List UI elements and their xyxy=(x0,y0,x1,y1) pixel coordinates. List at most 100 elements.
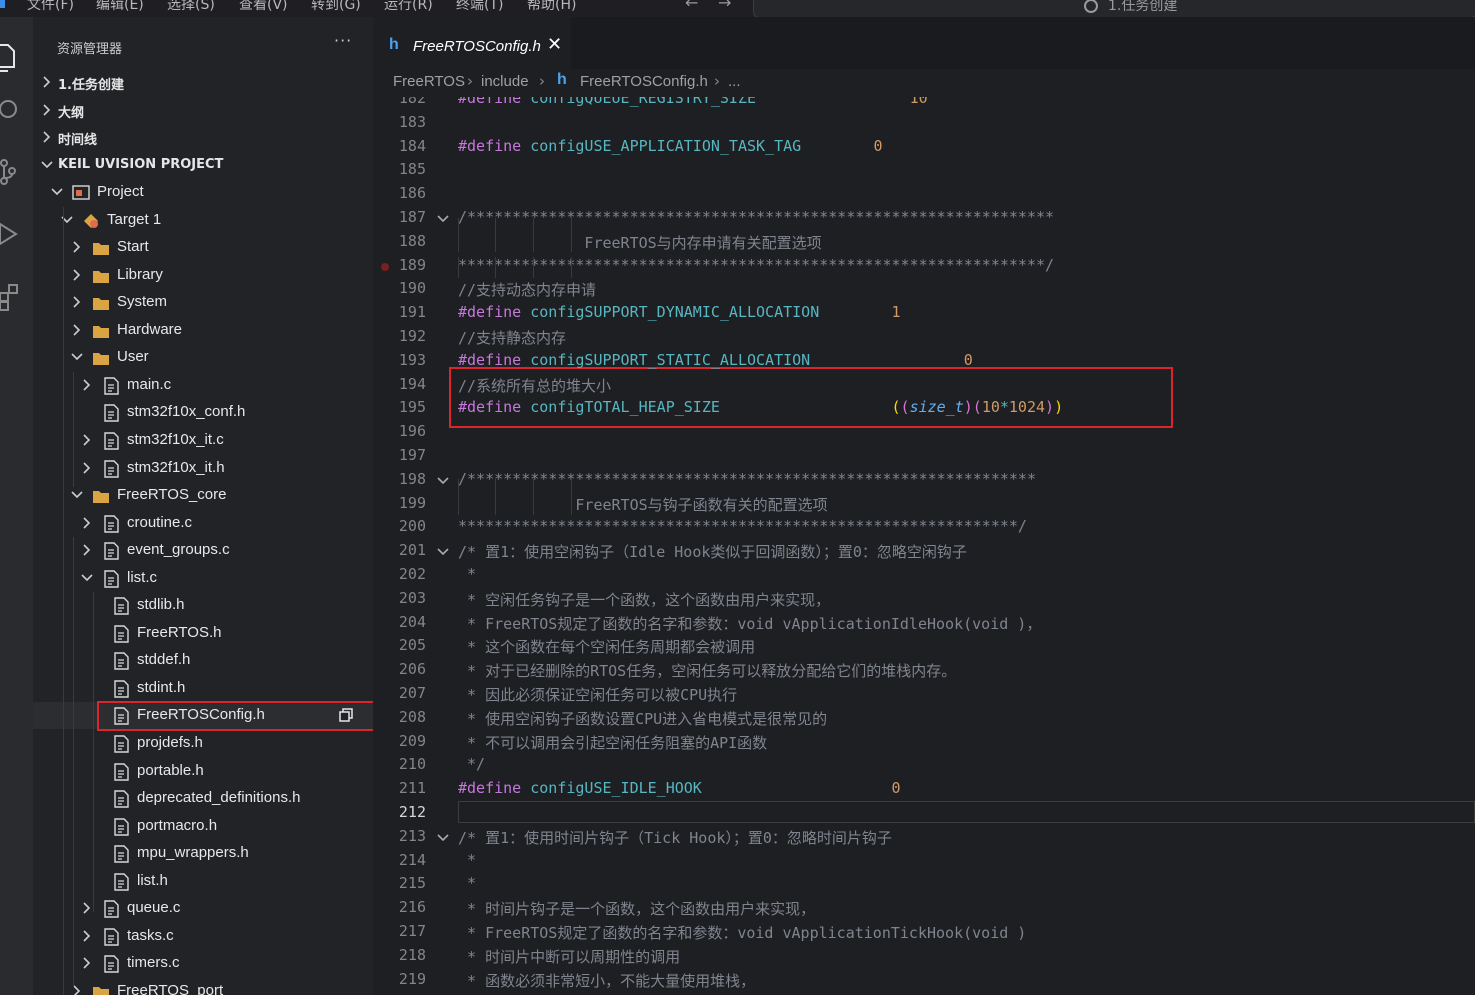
explorer-icon[interactable] xyxy=(0,35,33,75)
breadcrumb-item[interactable]: FreeRTOSConfig.h xyxy=(580,73,708,90)
tree-item[interactable]: list.c xyxy=(33,565,373,592)
chevron-down-icon xyxy=(71,491,83,499)
chevron-right-icon xyxy=(73,296,81,308)
menu-file[interactable]: 文件(F) xyxy=(27,0,74,14)
tree-item[interactable]: Project xyxy=(33,179,373,206)
tree-item[interactable]: main.c xyxy=(33,372,373,399)
more-actions-icon[interactable]: ··· xyxy=(334,31,352,50)
code-line: * xyxy=(458,874,477,893)
menu-terminal[interactable]: 终端(T) xyxy=(456,0,503,14)
breakpoint-icon[interactable] xyxy=(381,262,389,271)
breadcrumb-item[interactable]: include xyxy=(481,73,529,90)
line-number: 216 xyxy=(398,898,426,917)
code-line: * 时间片钩子是一个函数，这个函数由用户来实现， xyxy=(458,900,816,919)
indent-guide xyxy=(533,257,534,278)
tree-item[interactable]: event_groups.c xyxy=(33,537,373,564)
chevron-right-icon xyxy=(83,379,91,391)
tree-item[interactable]: deprecated_definitions.h xyxy=(33,785,373,812)
project-icon xyxy=(72,185,90,200)
tree-item-label: Start xyxy=(117,238,149,256)
tree-item[interactable]: queue.c xyxy=(33,895,373,922)
section-task-create[interactable]: 1.任务创建 xyxy=(33,69,373,96)
menu-run[interactable]: 运行(R) xyxy=(384,0,433,14)
arrow-right-icon[interactable]: → xyxy=(718,0,731,12)
search-icon[interactable] xyxy=(0,89,33,129)
tree-item[interactable]: stm32f10x_conf.h xyxy=(33,399,373,426)
fold-chevron-down-icon[interactable] xyxy=(436,831,450,845)
tree-item[interactable]: stdlib.h xyxy=(33,592,373,619)
tree-item[interactable]: FreeRTOS_port xyxy=(33,978,373,995)
menu-go[interactable]: 转到(G) xyxy=(311,0,361,14)
tree-item-label: FreeRTOS_port xyxy=(117,981,224,995)
code-line: FreeRTOS与内存申请有关配置选项 xyxy=(458,233,822,252)
tree-item[interactable]: tasks.c xyxy=(33,923,373,950)
tree-item[interactable]: stm32f10x_it.c xyxy=(33,427,373,454)
tree-item-label: mpu_wrappers.h xyxy=(137,844,249,862)
tree-item[interactable]: FreeRTOS.h xyxy=(33,620,373,647)
tree-item[interactable]: timers.c xyxy=(33,950,373,977)
tree-item[interactable]: stddef.h xyxy=(33,647,373,674)
selection-highlight-box xyxy=(97,701,373,731)
run-debug-icon[interactable] xyxy=(0,212,33,252)
target-icon xyxy=(84,213,98,228)
fold-chevron-down-icon[interactable] xyxy=(436,474,450,488)
menu-selection[interactable]: 选择(S) xyxy=(167,0,215,14)
section-keil-project[interactable]: KEIL UVISION PROJECT xyxy=(33,152,373,179)
tree-item[interactable]: Target 1 xyxy=(33,207,373,234)
section-outline[interactable]: 大纲 xyxy=(33,97,373,124)
file-icon xyxy=(114,680,129,698)
tree-item[interactable]: projdefs.h xyxy=(33,730,373,757)
tree-item[interactable]: Hardware xyxy=(33,317,373,344)
extensions-icon[interactable] xyxy=(0,273,33,313)
app-logo-icon xyxy=(0,0,5,8)
tree-item[interactable]: FreeRTOS_core xyxy=(33,482,373,509)
indent-guide xyxy=(458,257,459,278)
c-header-file-icon: h xyxy=(557,71,567,88)
line-number: 192 xyxy=(398,327,426,345)
chevron-down-icon xyxy=(41,161,53,169)
command-center-search[interactable]: 1.任务创建 xyxy=(753,0,1475,17)
source-control-icon[interactable] xyxy=(0,149,33,189)
folder-icon xyxy=(93,243,109,256)
file-icon xyxy=(114,735,129,753)
chevron-right-icon xyxy=(73,241,81,253)
chevron-right-icon: › xyxy=(539,72,545,90)
tree-item[interactable]: mpu_wrappers.h xyxy=(33,840,373,867)
menu-edit[interactable]: 编辑(E) xyxy=(96,0,144,14)
code-editor[interactable]: 182 #define configQUEUE_REGISTRY_SIZE 10 1… xyxy=(373,97,1475,995)
tree-item[interactable]: stm32f10x_it.h xyxy=(33,455,373,482)
tree-item[interactable]: list.h xyxy=(33,868,373,895)
menu-bar: 文件(F) 编辑(E) 选择(S) 查看(V) 转到(G) 运行(R) 终端(T… xyxy=(0,0,1475,17)
file-icon xyxy=(114,597,129,615)
tree-item-label: portable.h xyxy=(137,761,204,779)
code-line: /* 置1：使用空闲钩子（Idle Hook类似于回调函数）；置0：忽略空闲钩子 xyxy=(458,543,967,562)
breadcrumb-item[interactable]: ... xyxy=(728,73,741,90)
file-icon xyxy=(114,845,129,863)
fold-chevron-down-icon[interactable] xyxy=(436,545,450,559)
tab-freertosconfig[interactable]: h FreeRTOSConfig.h ✕ xyxy=(373,17,571,69)
tree-item[interactable]: Start xyxy=(33,234,373,261)
code-line: #define configQUEUE_REGISTRY_SIZE 10 xyxy=(458,97,928,107)
menu-view[interactable]: 查看(V) xyxy=(239,0,288,14)
tree-item[interactable]: stdint.h xyxy=(33,675,373,702)
c-header-file-icon: h xyxy=(389,36,399,53)
tree-item[interactable]: portable.h xyxy=(33,758,373,785)
tree-item[interactable]: System xyxy=(33,289,373,316)
tree-item[interactable]: portmacro.h xyxy=(33,813,373,840)
tree-item[interactable]: User xyxy=(33,344,373,371)
chevron-down-icon xyxy=(61,215,73,223)
close-icon[interactable]: ✕ xyxy=(547,34,562,55)
tree-item[interactable]: croutine.c xyxy=(33,510,373,537)
tree-item-label: Project xyxy=(97,183,144,200)
breadcrumb-item[interactable]: FreeRTOS xyxy=(393,73,465,90)
tree-item-label: stddef.h xyxy=(137,651,191,669)
line-number: 197 xyxy=(398,446,426,464)
tree-item-label: Library xyxy=(117,265,163,283)
tree-item-label: stdlib.h xyxy=(137,596,185,614)
section-timeline[interactable]: 时间线 xyxy=(33,124,373,151)
fold-chevron-down-icon[interactable] xyxy=(436,212,450,226)
menu-help[interactable]: 帮助(H) xyxy=(527,0,576,14)
chevron-right-icon: › xyxy=(714,72,720,90)
tree-item[interactable]: Library xyxy=(33,262,373,289)
arrow-left-icon[interactable]: ← xyxy=(685,0,698,12)
